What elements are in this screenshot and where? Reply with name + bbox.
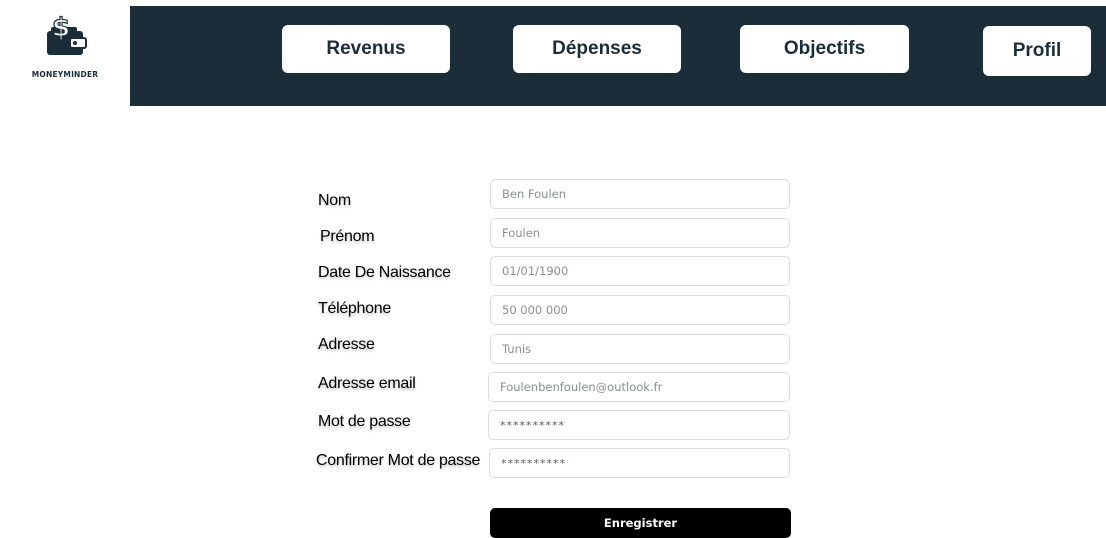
- brand-name: MONEYMINDER: [31, 70, 99, 79]
- svg-text:$: $: [52, 13, 70, 43]
- prenom-label: Prénom: [320, 228, 375, 245]
- telephone-input[interactable]: [490, 295, 790, 325]
- email-input[interactable]: [488, 372, 790, 402]
- mot-de-passe-input[interactable]: [488, 410, 790, 440]
- email-label: Adresse email: [318, 375, 416, 392]
- confirmer-mot-de-passe-label: Confirmer Mot de passe: [316, 452, 481, 469]
- nav-profil-button[interactable]: Profil: [983, 26, 1091, 76]
- nav-revenus-button[interactable]: Revenus: [282, 25, 450, 73]
- prenom-input[interactable]: [490, 218, 790, 248]
- mot-de-passe-label: Mot de passe: [318, 413, 411, 430]
- date-naissance-input[interactable]: [490, 256, 790, 286]
- adresse-input[interactable]: [490, 334, 790, 364]
- adresse-label: Adresse: [318, 336, 375, 353]
- telephone-label: Téléphone: [318, 300, 391, 317]
- confirmer-mot-de-passe-input[interactable]: [489, 448, 790, 478]
- wallet-dollar-icon: $: [47, 13, 87, 55]
- nom-label: Nom: [318, 192, 351, 209]
- top-navbar: Revenus Dépenses Objectifs Profil: [130, 6, 1106, 106]
- enregistrer-button[interactable]: Enregistrer: [490, 508, 791, 538]
- nav-objectifs-button[interactable]: Objectifs: [740, 25, 909, 73]
- brand-logo[interactable]: $ MONEYMINDER: [0, 0, 130, 106]
- nom-input[interactable]: [490, 179, 790, 209]
- nav-depenses-button[interactable]: Dépenses: [513, 25, 681, 73]
- date-naissance-label: Date De Naissance: [318, 264, 451, 281]
